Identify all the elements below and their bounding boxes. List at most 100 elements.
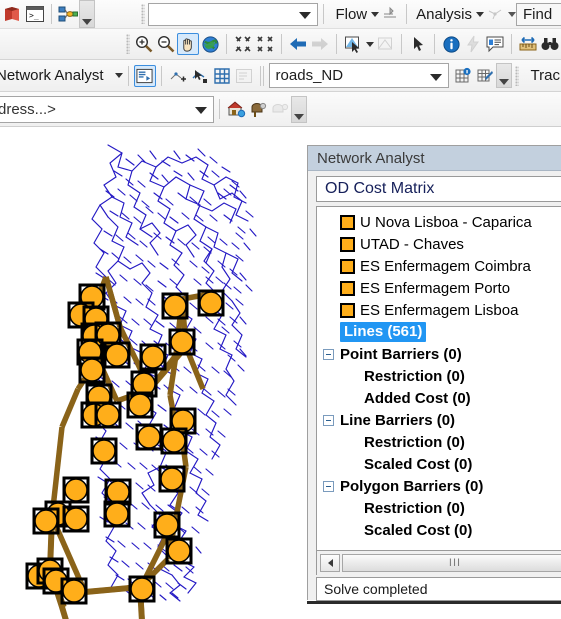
geocoding-toolbar-row: dress...> xyxy=(0,92,561,127)
chevron-down-icon xyxy=(299,12,312,19)
address-search-input[interactable]: dress...> xyxy=(0,95,214,123)
flow-direction-icon[interactable] xyxy=(379,3,401,25)
select-network-location-icon[interactable] xyxy=(189,65,211,87)
select-elements-icon[interactable] xyxy=(374,33,396,55)
network-dataset-value: roads_ND xyxy=(275,67,344,84)
html-popup-icon[interactable] xyxy=(484,33,506,55)
na-toolbar-overflow-button[interactable] xyxy=(495,63,512,88)
tree-item-es-enfermagem-coimbra[interactable]: ES Enfermagem Coimbra xyxy=(317,255,561,277)
go-forward-extent-icon[interactable] xyxy=(309,33,331,55)
tree-item-es-enfermagem-porto-label: ES Enfermagem Porto xyxy=(360,279,511,297)
tree-item-point-barriers[interactable]: Point Barriers (0) xyxy=(317,343,561,365)
network-analyst-menu[interactable]: Network Analyst xyxy=(0,67,113,84)
status-bar: Solve completed xyxy=(316,577,561,601)
trace-task-icon[interactable] xyxy=(484,3,506,25)
svg-text:>_: >_ xyxy=(29,11,39,20)
network-analyst-tree[interactable]: U Nova Lisboa - Caparica UTAD - Chaves ES … xyxy=(316,206,561,551)
pan-hand-icon[interactable] xyxy=(177,33,199,55)
chevron-down-icon xyxy=(429,73,442,81)
network-dataset-combo[interactable]: roads_ND xyxy=(268,63,449,88)
address-search-text: dress...> xyxy=(0,100,56,118)
editor-task-combo[interactable] xyxy=(148,2,319,26)
toolbar-separator xyxy=(51,4,52,24)
toolbar-separator xyxy=(401,34,402,54)
analysis-menu[interactable]: Analysis xyxy=(412,6,474,23)
toolbar-separator xyxy=(323,4,325,24)
toolbar-separator xyxy=(259,65,261,86)
tree-item-es-enfermagem-porto[interactable]: ES Enfermagem Porto xyxy=(317,277,561,299)
python-window-icon[interactable]: >_ xyxy=(24,3,46,25)
network-analyst-window-icon[interactable] xyxy=(133,64,156,87)
pointer-arrow-icon[interactable] xyxy=(407,33,429,55)
identify-icon[interactable] xyxy=(440,33,462,55)
zoom-in-icon[interactable] xyxy=(133,33,155,55)
tracking-analyst-label[interactable]: Tracking A xyxy=(522,67,561,84)
toolbar-grip[interactable] xyxy=(141,4,146,24)
create-network-location-icon[interactable] xyxy=(167,65,189,87)
map-graphic xyxy=(0,127,305,619)
collapse-expander-icon[interactable] xyxy=(323,414,334,426)
tree-item-es-enfermagem-lisboa[interactable]: ES Enfermagem Lisboa xyxy=(317,299,561,321)
binoculars-icon[interactable] xyxy=(539,33,561,55)
stop-symbol-swatch-icon xyxy=(340,214,355,230)
address-inspector-icon[interactable] xyxy=(247,98,269,120)
stop-symbol-swatch-icon xyxy=(340,302,355,318)
chevron-down-icon[interactable] xyxy=(114,73,123,78)
tree-item-es-enfermagem-coimbra-label: ES Enfermagem Coimbra xyxy=(360,257,531,275)
tree-item-point-added-cost[interactable]: Added Cost (0) xyxy=(317,387,561,409)
go-back-extent-icon[interactable] xyxy=(287,33,309,55)
tree-item-u-nova-lisboa-caparica[interactable]: U Nova Lisboa - Caparica xyxy=(317,211,561,233)
chevron-down-icon[interactable] xyxy=(508,11,516,17)
collapse-expander-icon[interactable] xyxy=(323,348,334,360)
fixed-zoom-out-icon[interactable] xyxy=(254,33,276,55)
toolbar-grip[interactable] xyxy=(514,65,519,86)
tree-item-lines[interactable]: Lines (561) xyxy=(317,321,561,343)
tree-item-utad-chaves[interactable]: UTAD - Chaves xyxy=(317,233,561,255)
toolbar-separator xyxy=(434,34,435,54)
tree-item-line-scaled-cost[interactable]: Scaled Cost (0) xyxy=(317,453,561,475)
model-builder-icon[interactable] xyxy=(57,3,79,25)
directions-window-icon[interactable] xyxy=(233,65,255,87)
analysis-layer-combo[interactable]: OD Cost Matrix xyxy=(316,176,561,202)
find-route-box[interactable]: Find xyxy=(516,2,561,26)
network-analyst-toolbar-row: Network Analyst roads_ND Trac xyxy=(0,60,561,92)
tree-item-polygon-restriction[interactable]: Restriction (0) xyxy=(317,497,561,519)
select-features-icon[interactable] xyxy=(342,33,364,55)
network-dataset-icon[interactable] xyxy=(211,65,233,87)
tree-item-lines-label: Lines (561) xyxy=(340,322,427,342)
rematch-addresses-icon[interactable] xyxy=(269,98,291,120)
tree-item-line-barriers-label: Line Barriers (0) xyxy=(340,411,456,429)
tree-item-polygon-barriers[interactable]: Polygon Barriers (0) xyxy=(317,475,561,497)
network-build-icon[interactable] xyxy=(474,65,496,87)
fixed-zoom-in-icon[interactable] xyxy=(232,33,254,55)
tree-item-line-barriers[interactable]: Line Barriers (0) xyxy=(317,409,561,431)
catalog-icon[interactable] xyxy=(2,3,24,25)
toolbar-grip[interactable] xyxy=(126,34,130,54)
toolbar-separator xyxy=(511,34,512,54)
geocode-addresses-icon[interactable] xyxy=(225,98,247,120)
geocoding-overflow-button[interactable] xyxy=(291,95,307,123)
flow-menu[interactable]: Flow xyxy=(329,6,369,23)
scrollbar-thumb[interactable]: III xyxy=(342,554,561,572)
chevron-down-icon[interactable] xyxy=(371,11,380,17)
network-identify-icon[interactable] xyxy=(452,65,474,87)
full-extent-globe-icon[interactable] xyxy=(199,33,221,55)
tree-item-point-restriction[interactable]: Restriction (0) xyxy=(317,365,561,387)
tree-item-polygon-scaled-cost[interactable]: Scaled Cost (0) xyxy=(317,519,561,541)
scroll-left-button[interactable] xyxy=(320,554,340,572)
window-bottom-edge xyxy=(307,601,561,604)
toolbar-overflow-button[interactable] xyxy=(79,0,95,28)
tree-horizontal-scrollbar[interactable]: III xyxy=(316,551,561,575)
analysis-layer-value: OD Cost Matrix xyxy=(325,180,435,197)
chevron-down-icon[interactable] xyxy=(476,11,484,17)
collapse-expander-icon[interactable] xyxy=(323,480,334,492)
lightning-icon[interactable] xyxy=(462,33,484,55)
zoom-out-icon[interactable] xyxy=(155,33,177,55)
map-canvas[interactable] xyxy=(0,127,305,619)
tree-item-polygon-scaled-cost-label: Scaled Cost (0) xyxy=(364,521,473,539)
tree-item-line-restriction[interactable]: Restriction (0) xyxy=(317,431,561,453)
tree-item-line-restriction-label: Restriction (0) xyxy=(364,433,465,451)
measure-icon[interactable] xyxy=(517,33,539,55)
tree-item-line-scaled-cost-label: Scaled Cost (0) xyxy=(364,455,473,473)
chevron-down-icon[interactable] xyxy=(366,41,374,47)
